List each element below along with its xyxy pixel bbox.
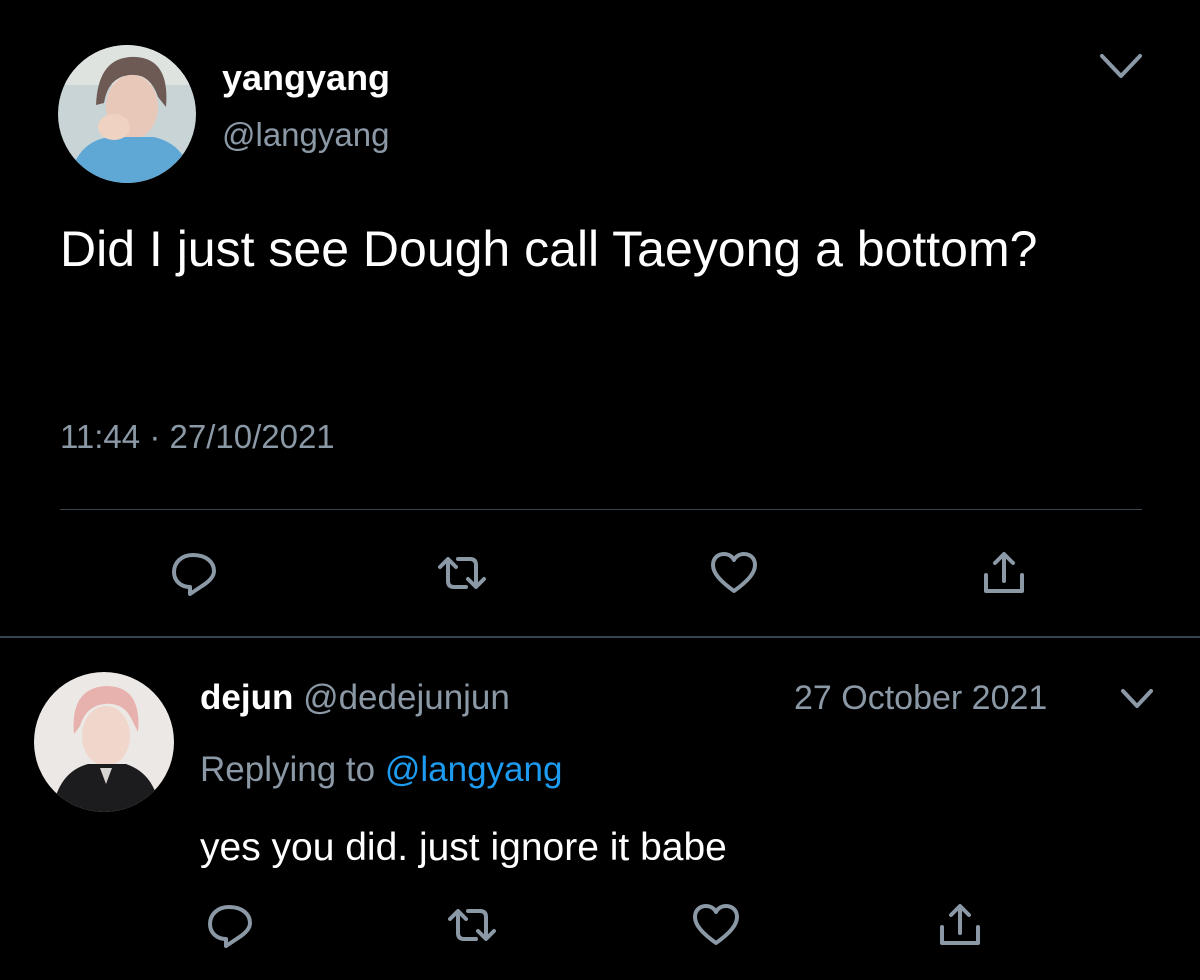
reply-tweet-text: yes you did. just ignore it babe	[200, 826, 727, 869]
like-icon[interactable]	[688, 897, 744, 953]
like-icon[interactable]	[706, 545, 762, 601]
reply-tweet-avatar[interactable]	[34, 672, 174, 812]
reply-icon[interactable]	[166, 545, 222, 601]
reply-tweet-handle[interactable]: @dedejunjun	[303, 678, 510, 717]
main-tweet-handle[interactable]: @langyang	[222, 114, 389, 156]
replying-to-label: Replying to	[200, 750, 376, 789]
avatar-image	[34, 672, 174, 812]
main-tweet-display-name[interactable]: yangyang	[222, 56, 390, 100]
reply-tweet-date[interactable]: 27 October 2021	[794, 676, 1047, 720]
main-tweet-date: 27/10/2021	[169, 418, 335, 455]
divider	[60, 509, 1142, 510]
replying-to-line: Replying to @langyang	[200, 748, 562, 792]
share-icon[interactable]	[932, 897, 988, 953]
reply-tweet-header: dejun @dedejunjun	[200, 676, 510, 720]
main-tweet-text: Did I just see Dough call Taeyong a bott…	[60, 221, 1038, 277]
main-tweet-avatar[interactable]	[58, 45, 196, 183]
main-tweet-timestamp[interactable]: 11:44 · 27/10/2021	[60, 416, 335, 458]
reply-tweet-display-name[interactable]: dejun	[200, 678, 293, 717]
avatar-image	[58, 45, 196, 183]
section-divider	[0, 636, 1200, 638]
reply-icon[interactable]	[202, 897, 258, 953]
chevron-down-icon[interactable]	[1118, 684, 1156, 714]
retweet-icon[interactable]	[444, 897, 500, 953]
chevron-down-icon[interactable]	[1098, 48, 1144, 84]
retweet-icon[interactable]	[434, 545, 490, 601]
replying-to-mention-link[interactable]: @langyang	[385, 750, 563, 789]
main-tweet-time: 11:44	[60, 418, 141, 455]
timestamp-separator: ·	[149, 418, 161, 455]
share-icon[interactable]	[976, 545, 1032, 601]
